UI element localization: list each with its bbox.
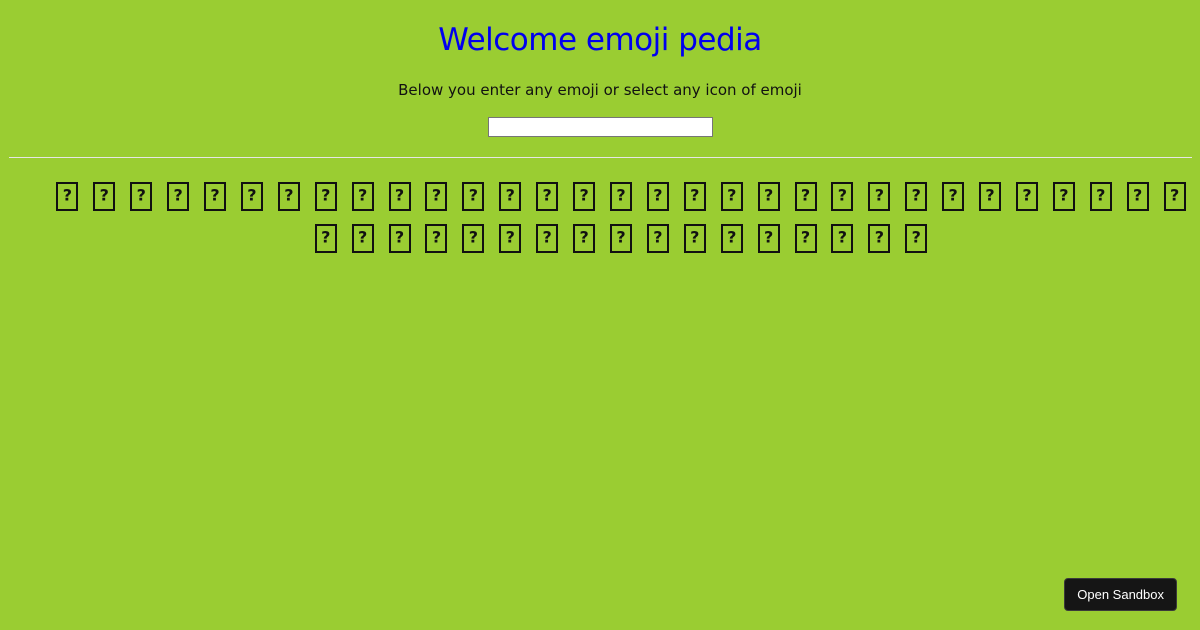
emoji-item[interactable] [240, 181, 263, 211]
emoji-item[interactable] [388, 181, 411, 211]
emoji-item[interactable] [425, 223, 448, 253]
instruction-text: Below you enter any emoji or select any … [398, 81, 802, 99]
emoji-item[interactable] [499, 181, 522, 211]
emoji-item[interactable] [314, 223, 337, 253]
emoji-item[interactable] [610, 223, 632, 253]
emoji-item[interactable] [314, 181, 337, 211]
emoji-item[interactable] [130, 181, 153, 211]
emoji-item[interactable] [277, 181, 300, 211]
emoji-item[interactable] [831, 181, 854, 211]
emoji-item[interactable] [93, 181, 116, 211]
emoji-item[interactable] [462, 223, 485, 253]
emoji-item[interactable] [794, 223, 817, 253]
emoji-item[interactable] [868, 181, 891, 211]
app-container: Welcome emoji pedia Below you enter any … [0, 0, 1200, 258]
emoji-item[interactable] [573, 181, 596, 211]
emoji-list [50, 174, 1192, 258]
emoji-input[interactable] [487, 116, 713, 137]
emoji-item[interactable] [757, 181, 780, 211]
emoji-item[interactable] [1052, 181, 1075, 211]
emoji-item[interactable] [499, 223, 522, 253]
emoji-item[interactable] [204, 181, 227, 211]
page-title: Welcome emoji pedia [438, 22, 762, 58]
emoji-item[interactable] [56, 181, 79, 211]
open-sandbox-button[interactable]: Open Sandbox [1064, 578, 1177, 611]
emoji-item[interactable] [905, 181, 928, 211]
emoji-item[interactable] [646, 223, 669, 253]
emoji-item[interactable] [351, 181, 374, 211]
emoji-item[interactable] [610, 181, 632, 211]
input-wrapper [0, 115, 1200, 137]
emoji-item[interactable] [351, 223, 374, 253]
emoji-item[interactable] [646, 181, 669, 211]
divider [9, 157, 1192, 158]
emoji-item[interactable] [167, 181, 190, 211]
emoji-item[interactable] [868, 223, 891, 253]
emoji-item[interactable] [1126, 181, 1149, 211]
emoji-item[interactable] [979, 181, 1002, 211]
emoji-item[interactable] [425, 181, 448, 211]
emoji-item[interactable] [720, 223, 743, 253]
emoji-item[interactable] [1163, 181, 1186, 211]
emoji-item[interactable] [942, 181, 965, 211]
emoji-item[interactable] [720, 181, 743, 211]
emoji-item[interactable] [757, 223, 780, 253]
emoji-item[interactable] [831, 223, 854, 253]
emoji-item[interactable] [462, 181, 485, 211]
emoji-item[interactable] [573, 223, 596, 253]
emoji-item[interactable] [905, 223, 928, 253]
emoji-item[interactable] [536, 181, 559, 211]
emoji-item[interactable] [536, 223, 559, 253]
emoji-item[interactable] [388, 223, 411, 253]
emoji-item[interactable] [683, 181, 706, 211]
emoji-item[interactable] [1015, 181, 1038, 211]
emoji-item[interactable] [1089, 181, 1112, 211]
emoji-item[interactable] [794, 181, 817, 211]
emoji-item[interactable] [683, 223, 706, 253]
